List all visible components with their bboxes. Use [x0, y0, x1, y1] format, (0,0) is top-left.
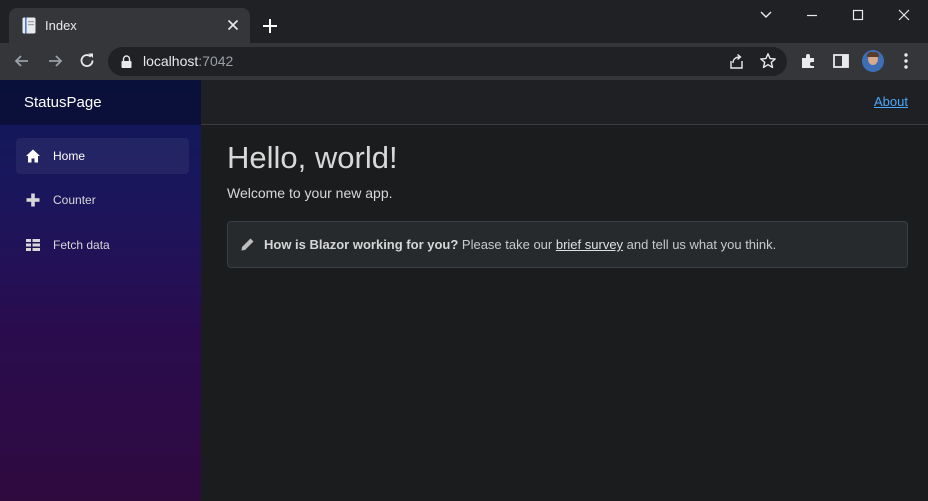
reload-icon[interactable]: [77, 51, 97, 71]
sidebar: StatusPage Home Counter Fetch data: [0, 80, 201, 501]
browser-titlebar: Index: [0, 0, 928, 43]
brand-bar: StatusPage: [0, 80, 201, 125]
address-bar[interactable]: localhost:7042: [108, 47, 787, 76]
extensions-icon[interactable]: [799, 51, 819, 71]
survey-text: How is Blazor working for you? Please ta…: [264, 237, 777, 252]
tab-title: Index: [45, 18, 77, 33]
sidebar-item-label: Home: [53, 149, 86, 163]
sidebar-item-counter[interactable]: Counter: [16, 182, 189, 218]
plus-icon: [26, 193, 40, 207]
lock-icon[interactable]: [121, 55, 132, 68]
menu-kebab-icon[interactable]: [896, 51, 916, 71]
sidebar-item-fetch-data[interactable]: Fetch data: [16, 227, 189, 263]
top-row: About: [201, 80, 928, 125]
survey-prompt: How is Blazor working for you? Please ta…: [227, 221, 908, 268]
sidebar-item-home[interactable]: Home: [16, 138, 189, 174]
browser-tab[interactable]: Index: [9, 8, 250, 43]
url-text[interactable]: localhost:7042: [143, 53, 233, 69]
star-icon[interactable]: [759, 52, 777, 70]
browser-toolbar: localhost:7042: [0, 43, 928, 80]
welcome-text: Welcome to your new app.: [227, 185, 393, 201]
maximize-icon[interactable]: [847, 6, 869, 24]
side-panel-icon[interactable]: [831, 51, 851, 71]
forward-arrow-icon[interactable]: [45, 51, 65, 71]
page: StatusPage Home Counter Fetch data About…: [0, 80, 928, 501]
back-arrow-icon[interactable]: [12, 51, 32, 71]
pencil-icon: [241, 238, 254, 251]
about-link[interactable]: About: [874, 94, 908, 109]
new-tab-icon[interactable]: [261, 17, 279, 35]
list-icon: [26, 239, 40, 251]
chevron-down-icon[interactable]: [755, 6, 777, 24]
sidebar-item-label: Counter: [53, 193, 96, 207]
sidebar-item-label: Fetch data: [53, 238, 110, 252]
profile-avatar[interactable]: [862, 50, 884, 72]
close-icon[interactable]: [225, 17, 241, 33]
home-icon: [26, 149, 40, 163]
share-icon[interactable]: [728, 53, 745, 70]
page-title: Hello, world!: [227, 140, 398, 175]
minimize-icon[interactable]: [801, 6, 823, 24]
survey-link[interactable]: brief survey: [556, 237, 623, 252]
brand-link[interactable]: StatusPage: [24, 94, 102, 111]
window-close-icon[interactable]: [893, 6, 915, 24]
page-icon: [22, 17, 36, 34]
